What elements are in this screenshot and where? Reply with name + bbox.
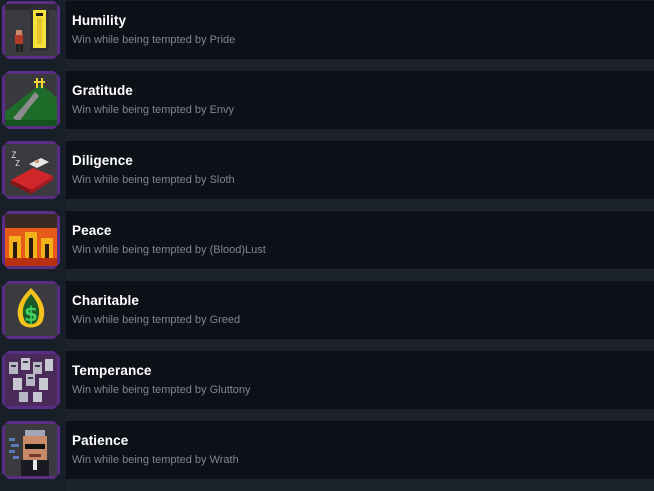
achievement-row[interactable]: Gratitude Win while being tempted by Env… <box>0 71 654 141</box>
svg-text:Z: Z <box>15 159 20 168</box>
elevator-icon <box>2 1 60 59</box>
achievement-description: Win while being tempted by (Blood)Lust <box>72 244 266 256</box>
dollar-flame-icon: $ <box>2 281 60 339</box>
achievement-description: Win while being tempted by Envy <box>72 104 235 116</box>
achievement-list: Humility Win while being tempted by Prid… <box>0 0 654 491</box>
achievement-title: Patience <box>72 433 129 448</box>
achievement-description: Win while being tempted by Gluttony <box>72 384 251 396</box>
achievement-title: Gratitude <box>72 83 133 98</box>
achievement-title: Diligence <box>72 153 133 168</box>
angry-man-icon <box>2 421 60 479</box>
achievement-info: Gratitude Win while being tempted by Env… <box>66 71 654 129</box>
sleeping-bed-icon: Z Z <box>2 141 60 199</box>
hill-cross-icon <box>2 71 60 129</box>
achievement-title: Temperance <box>72 363 152 378</box>
achievement-row[interactable]: Humility Win while being tempted by Prid… <box>0 1 654 71</box>
achievement-description: Win while being tempted by Sloth <box>72 174 235 186</box>
achievement-row[interactable]: Peace Win while being tempted by (Blood)… <box>0 211 654 281</box>
burning-city-icon <box>2 211 60 269</box>
achievement-info: Patience Win while being tempted by Wrat… <box>66 421 654 479</box>
achievement-description: Win while being tempted by Wrath <box>72 454 239 466</box>
achievement-info: Humility Win while being tempted by Prid… <box>66 1 654 59</box>
achievement-row[interactable]: Patience Win while being tempted by Wrat… <box>0 421 654 491</box>
achievement-info: Peace Win while being tempted by (Blood)… <box>66 211 654 269</box>
achievement-row[interactable]: Z Z Diligence Win while being tempted by… <box>0 141 654 211</box>
ghost-crowd-icon <box>2 351 60 409</box>
achievement-info: Charitable Win while being tempted by Gr… <box>66 281 654 339</box>
achievement-description: Win while being tempted by Pride <box>72 34 236 46</box>
svg-text:$: $ <box>24 302 38 326</box>
achievement-title: Peace <box>72 223 112 238</box>
achievement-info: Temperance Win while being tempted by Gl… <box>66 351 654 409</box>
achievement-description: Win while being tempted by Greed <box>72 314 241 326</box>
achievement-info: Diligence Win while being tempted by Slo… <box>66 141 654 199</box>
achievement-title: Humility <box>72 13 127 28</box>
achievement-row[interactable]: Temperance Win while being tempted by Gl… <box>0 351 654 421</box>
achievement-title: Charitable <box>72 293 140 308</box>
achievement-row[interactable]: $ Charitable Win while being tempted by … <box>0 281 654 351</box>
